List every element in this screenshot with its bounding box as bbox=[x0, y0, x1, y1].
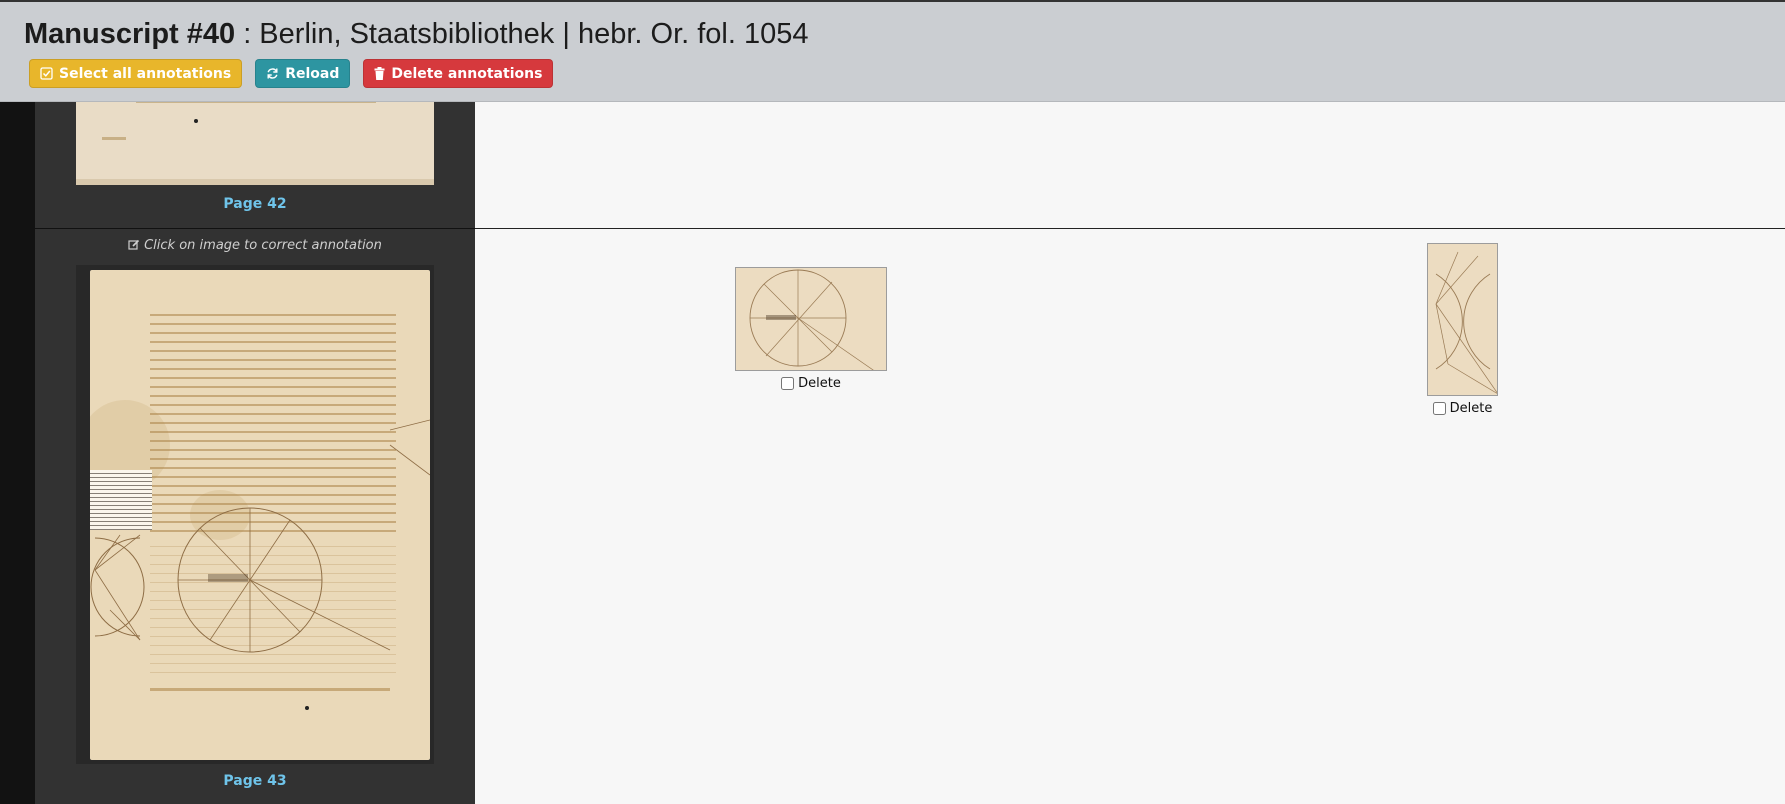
check-square-icon bbox=[40, 67, 53, 80]
manuscript-leaf bbox=[90, 270, 430, 760]
refresh-icon bbox=[266, 67, 279, 80]
delete-annotations-button[interactable]: Delete annotations bbox=[363, 59, 554, 88]
manuscript-mark bbox=[102, 137, 126, 140]
delete-label: Delete bbox=[1449, 401, 1493, 416]
page-42-image[interactable] bbox=[76, 95, 434, 185]
annotation-card: Delete bbox=[1427, 243, 1498, 416]
reload-button[interactable]: Reload bbox=[255, 59, 351, 88]
manuscript-dot bbox=[305, 706, 309, 710]
page-divider bbox=[35, 228, 475, 229]
page-42-label[interactable]: Page 42 bbox=[35, 196, 475, 212]
page-header: Manuscript #40 : Berlin, Staatsbibliothe… bbox=[0, 0, 1785, 102]
hint-text: Click on image to correct annotation bbox=[144, 238, 382, 253]
app-root: Page 42 Click on image to correct annota… bbox=[0, 0, 1785, 804]
action-toolbar: Select all annotations Reload Delete ann… bbox=[29, 59, 554, 88]
page-thumbnail-column[interactable]: Page 42 Click on image to correct annota… bbox=[35, 0, 475, 804]
page-43-label[interactable]: Page 43 bbox=[35, 773, 475, 789]
diagram-circle bbox=[736, 268, 886, 370]
annotation-image[interactable] bbox=[1427, 243, 1498, 396]
left-sidebar-strip bbox=[0, 0, 35, 804]
geometric-diagrams bbox=[90, 419, 430, 653]
annotation-card: Delete bbox=[735, 267, 887, 391]
manuscript-source: : Berlin, Staatsbibliothek | hebr. Or. f… bbox=[235, 18, 809, 50]
delete-annotations-label: Delete annotations bbox=[391, 65, 543, 82]
bottom-text-line bbox=[150, 688, 390, 691]
delete-label: Delete bbox=[798, 376, 841, 391]
page-title: Manuscript #40 : Berlin, Staatsbibliothe… bbox=[24, 18, 809, 51]
diagram-semicircle bbox=[1428, 244, 1497, 395]
edit-icon bbox=[128, 239, 140, 255]
delete-checkbox-label[interactable]: Delete bbox=[1427, 401, 1498, 416]
manuscript-number: Manuscript #40 bbox=[24, 18, 236, 50]
select-all-label: Select all annotations bbox=[59, 65, 232, 82]
annotation-image[interactable] bbox=[735, 267, 887, 371]
select-all-annotations-button[interactable]: Select all annotations bbox=[29, 59, 243, 88]
row-divider bbox=[475, 228, 1785, 229]
delete-checkbox-label[interactable]: Delete bbox=[735, 376, 887, 391]
delete-checkbox[interactable] bbox=[1432, 402, 1446, 415]
reload-label: Reload bbox=[285, 65, 340, 82]
page-43-image[interactable] bbox=[76, 265, 434, 764]
manuscript-dot bbox=[194, 119, 198, 123]
delete-checkbox[interactable] bbox=[781, 377, 795, 390]
correct-annotation-hint: Click on image to correct annotation bbox=[35, 238, 475, 255]
trash-icon bbox=[374, 67, 385, 80]
annotations-area: Delete Delete bbox=[475, 0, 1785, 804]
